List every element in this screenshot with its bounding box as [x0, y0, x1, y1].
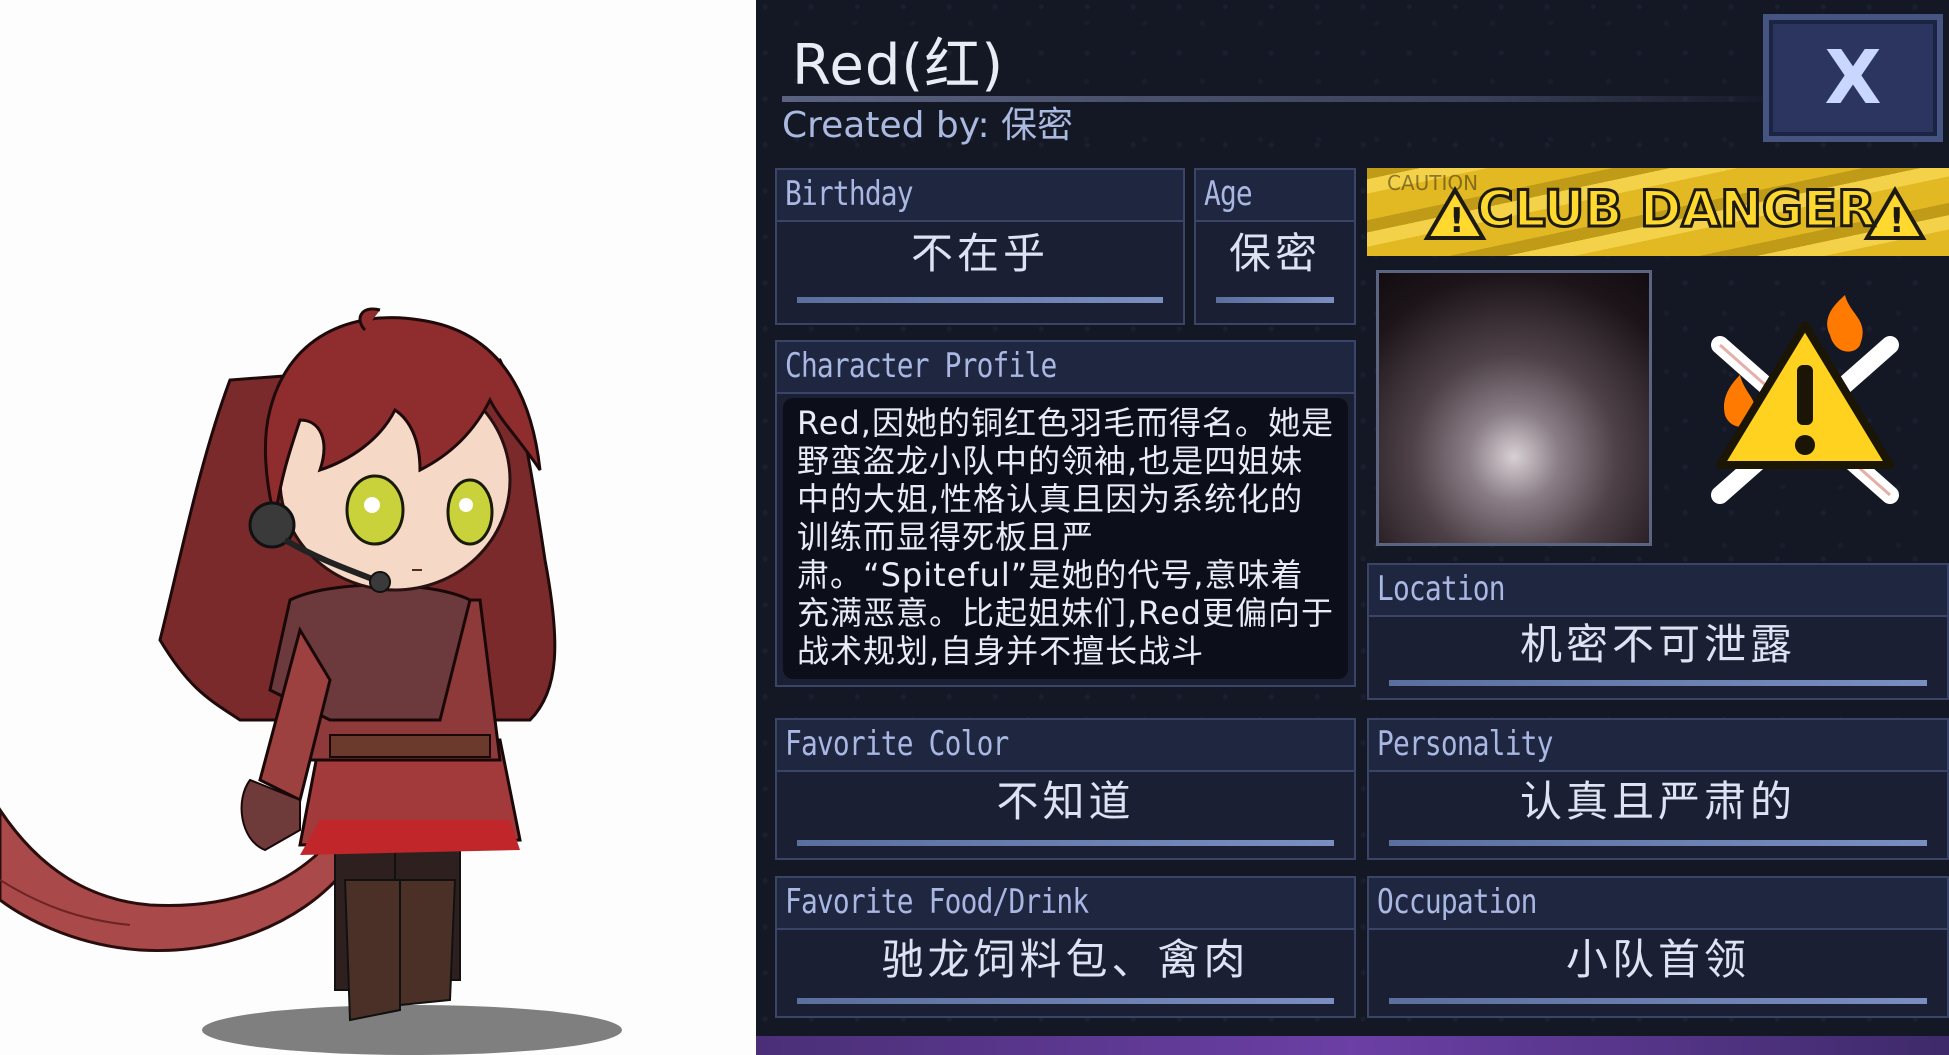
- club-name: CLUB DANGER: [1476, 179, 1878, 240]
- occupation-field[interactable]: Occupation 小队首领: [1367, 876, 1949, 1018]
- occupation-value: 小队首领: [1565, 935, 1750, 984]
- club-banner: CAUTION ! ! CLUB DANGER: [1367, 168, 1949, 256]
- banner-warning-mark-left: !: [1449, 201, 1465, 241]
- birthday-value: 不在乎: [910, 229, 1049, 278]
- character-illustration: [0, 307, 622, 1055]
- occupation-header: Occupation: [1369, 878, 1947, 930]
- favorite-color-underline: [797, 840, 1334, 846]
- birthday-label: Birthday: [785, 174, 914, 214]
- character-profile-text: Red,因她的铜红色羽毛而得名。她是野蛮盗龙小队中的领袖,也是四姐妹中的大姐,性…: [783, 398, 1348, 679]
- favorite-food-field[interactable]: Favorite Food/Drink 驰龙饲料包、禽肉: [775, 876, 1356, 1018]
- personality-label: Personality: [1377, 724, 1553, 764]
- age-field[interactable]: Age 保密: [1194, 168, 1356, 325]
- character-profile-header: Character Profile: [777, 342, 1354, 394]
- age-underline: [1216, 297, 1334, 303]
- title-bar: Red(红): [768, 8, 1860, 102]
- banner-warning-mark-right: !: [1889, 201, 1905, 241]
- favorite-color-header: Favorite Color: [777, 720, 1354, 772]
- club-photo: [1376, 270, 1652, 546]
- character-name: Red(红): [792, 33, 1005, 98]
- personality-underline: [1389, 840, 1927, 846]
- age-label: Age: [1204, 174, 1253, 214]
- location-underline: [1389, 680, 1927, 686]
- age-value: 保密: [1228, 229, 1321, 278]
- favorite-food-header: Favorite Food/Drink: [777, 878, 1354, 930]
- panel-bottom-strip: [756, 1036, 1949, 1055]
- personality-header: Personality: [1369, 720, 1947, 772]
- favorite-food-underline: [797, 998, 1334, 1004]
- character-profile-field[interactable]: Character Profile Red,因她的铜红色羽毛而得名。她是野蛮盗龙…: [775, 340, 1356, 687]
- favorite-color-label: Favorite Color: [785, 724, 1009, 764]
- favorite-color-field[interactable]: Favorite Color 不知道: [775, 718, 1356, 860]
- caution-text: CAUTION: [1387, 171, 1478, 195]
- birthday-underline: [797, 297, 1163, 303]
- close-icon: X: [1824, 35, 1882, 121]
- location-value: 机密不可泄露: [1519, 620, 1796, 669]
- favorite-food-label: Favorite Food/Drink: [785, 882, 1089, 922]
- danger-warning-icon: [1711, 295, 1899, 504]
- occupation-underline: [1389, 998, 1927, 1004]
- occupation-label: Occupation: [1377, 882, 1537, 922]
- location-label: Location: [1377, 569, 1506, 609]
- birthday-header: Birthday: [777, 170, 1183, 222]
- location-header: Location: [1369, 565, 1947, 617]
- personality-value: 认真且严肃的: [1519, 777, 1796, 826]
- character-preview: [0, 0, 756, 1055]
- personality-field[interactable]: Personality 认真且严肃的: [1367, 718, 1949, 860]
- created-by-label: Created by: 保密: [782, 105, 1074, 146]
- close-button[interactable]: X: [1763, 14, 1943, 142]
- location-field[interactable]: Location 机密不可泄露: [1367, 563, 1949, 700]
- favorite-food-value: 驰龙饲料包、禽肉: [881, 935, 1250, 984]
- character-profile-label: Character Profile: [785, 346, 1057, 386]
- age-header: Age: [1196, 170, 1354, 222]
- birthday-field[interactable]: Birthday 不在乎: [775, 168, 1185, 325]
- favorite-color-value: 不知道: [996, 777, 1135, 826]
